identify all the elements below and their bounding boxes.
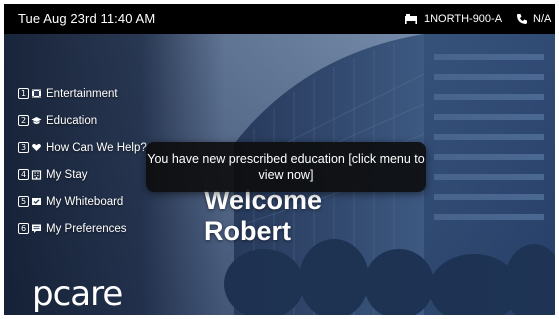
- education-notification[interactable]: You have new prescribed education [click…: [146, 142, 426, 192]
- menu-label: Education: [46, 114, 98, 127]
- chat-icon: [31, 223, 42, 234]
- hospital-building-icon: [31, 169, 42, 180]
- bed-icon: [405, 14, 417, 24]
- menu-number: 5: [18, 196, 29, 207]
- menu-label: How Can We Help?: [46, 141, 147, 154]
- menu-item-entertainment[interactable]: 1 Entertainment: [18, 80, 168, 107]
- welcome-message: Welcome Robert: [204, 185, 322, 247]
- phone-number: N/A: [533, 13, 552, 25]
- menu-number: 4: [18, 169, 29, 180]
- menu-item-my-whiteboard[interactable]: 5 My Whiteboard: [18, 188, 168, 215]
- pcare-logo: pcare: [32, 274, 123, 314]
- film-icon: [31, 88, 42, 99]
- menu-item-my-preferences[interactable]: 6 My Preferences: [18, 215, 168, 242]
- phone-icon: [517, 14, 527, 24]
- room-indicator: 1NORTH-900-A: [404, 12, 502, 26]
- menu-label: Entertainment: [46, 87, 118, 100]
- heart-hands-icon: [31, 142, 42, 153]
- menu-number: 6: [18, 223, 29, 234]
- menu-number: 1: [18, 88, 29, 99]
- graduation-cap-icon: [31, 115, 42, 126]
- check-board-icon: [31, 196, 42, 207]
- screen: Tue Aug 23rd 11:40 AM 1NORTH-900-A N/A 1…: [4, 4, 555, 315]
- room-number: 1NORTH-900-A: [424, 13, 503, 25]
- menu-label: My Preferences: [46, 222, 127, 235]
- menu-item-education[interactable]: 2 Education: [18, 107, 168, 134]
- menu-number: 3: [18, 142, 29, 153]
- patient-name: Robert: [204, 216, 291, 246]
- phone-indicator: N/A: [516, 12, 551, 26]
- menu-label: My Whiteboard: [46, 195, 124, 208]
- date-time: Tue Aug 23rd 11:40 AM: [18, 11, 156, 26]
- menu-label: My Stay: [46, 168, 88, 181]
- menu-number: 2: [18, 115, 29, 126]
- top-status-bar: Tue Aug 23rd 11:40 AM 1NORTH-900-A N/A: [4, 4, 555, 34]
